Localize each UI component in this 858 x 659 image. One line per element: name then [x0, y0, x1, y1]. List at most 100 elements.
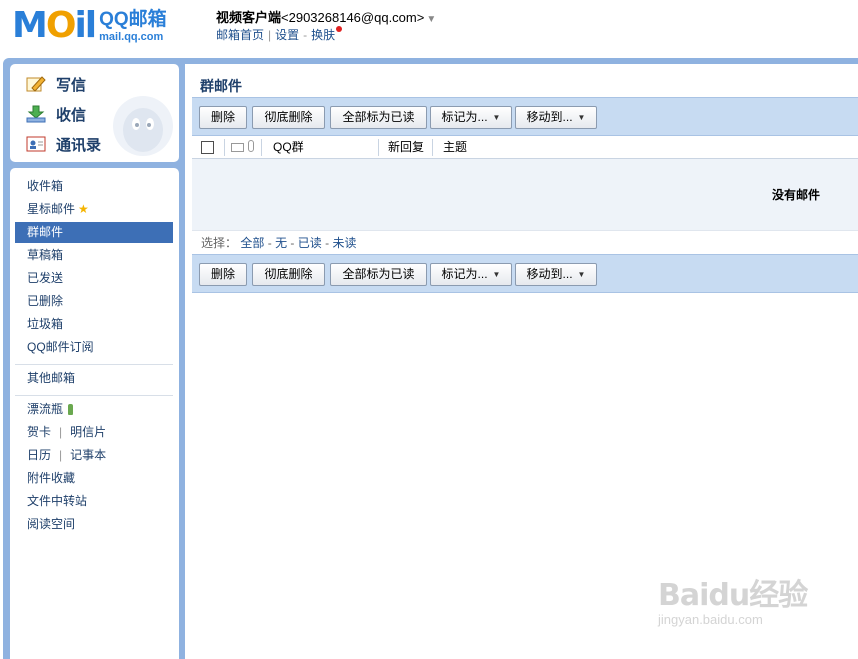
watermark-logo: Baidu经验: [658, 578, 808, 613]
top-toolbar: 删除 彻底删除 全部标为已读 标记为... ▼ 移动到... ▼: [192, 97, 858, 136]
folder-starred[interactable]: 星标邮件 ★: [15, 199, 173, 220]
drift-bottle-label: 漂流瓶: [27, 402, 64, 416]
quick-actions-panel: 写信 收信 通讯录: [10, 64, 179, 162]
settings-link[interactable]: 设置: [275, 28, 299, 42]
mark-all-read-button[interactable]: 全部标为已读: [330, 263, 427, 286]
mail-list: 没有邮件: [192, 159, 858, 230]
folder-deleted[interactable]: 已删除: [15, 291, 173, 312]
compose-label: 写信: [56, 76, 87, 94]
chevron-down-icon: ▼: [577, 113, 586, 123]
folder-drafts[interactable]: 草稿箱: [15, 245, 173, 266]
folder-drift-bottle[interactable]: 漂流瓶: [15, 399, 173, 420]
logo-letter: O: [45, 5, 77, 46]
folder-greeting-card[interactable]: 贺卡: [27, 425, 51, 439]
folder-calendar-row: 日历 | 记事本: [15, 445, 173, 466]
bottle-icon: [68, 404, 74, 416]
separator: |: [59, 425, 63, 439]
chevron-down-icon: ▼: [492, 270, 501, 280]
folder-file-transfer[interactable]: 文件中转站: [15, 491, 173, 512]
mailbox-home-link[interactable]: 邮箱首页: [216, 28, 264, 42]
star-icon: ★: [78, 202, 89, 216]
attachment-icon: [248, 140, 254, 152]
mail-list-header: QQ群 新回复 主题: [192, 136, 858, 159]
change-skin-link[interactable]: 换肤: [311, 28, 335, 42]
logo-mail-mark: MOil: [12, 5, 97, 46]
folder-notes[interactable]: 记事本: [70, 448, 106, 462]
mark-as-label: 标记为...: [441, 267, 488, 281]
compose-button[interactable]: 写信: [26, 72, 86, 96]
select-label: 选择：: [201, 236, 238, 250]
logo-brand: QQ邮箱: [99, 8, 167, 30]
folder-starred-label: 星标邮件: [27, 202, 76, 216]
separator: -: [325, 236, 330, 250]
select-all-link[interactable]: 全部: [240, 236, 264, 250]
mark-all-read-button[interactable]: 全部标为已读: [330, 106, 427, 129]
contacts-label: 通讯录: [56, 136, 102, 154]
select-unread-link[interactable]: 未读: [332, 236, 356, 250]
folder-postcard[interactable]: 明信片: [70, 425, 106, 439]
column-new-reply[interactable]: 新回复: [388, 136, 424, 158]
permanent-delete-button[interactable]: 彻底删除: [252, 263, 325, 286]
move-to-dropdown[interactable]: 移动到... ▼: [515, 106, 597, 129]
receive-label: 收信: [56, 106, 87, 124]
inbox-download-icon: [26, 105, 46, 123]
pencil-icon: [26, 75, 46, 93]
folder-sent[interactable]: 已发送: [15, 268, 173, 289]
separator: -: [267, 236, 272, 250]
column-qq-group[interactable]: QQ群: [273, 136, 304, 158]
folder-reading-space[interactable]: 阅读空间: [15, 514, 173, 535]
folder-attachments[interactable]: 附件收藏: [15, 468, 173, 489]
logo-letter: M: [12, 5, 48, 46]
move-to-label: 移动到...: [526, 267, 573, 281]
chevron-down-icon: ▼: [492, 113, 501, 123]
folder-inbox[interactable]: 收件箱: [15, 176, 173, 197]
move-to-dropdown[interactable]: 移动到... ▼: [515, 263, 597, 286]
select-bar: 选择： 全部 - 无 - 已读 - 未读: [192, 230, 858, 254]
contacts-button[interactable]: 通讯录: [26, 132, 101, 156]
separator: -: [290, 236, 295, 250]
mark-as-label: 标记为...: [441, 110, 488, 124]
column-separator: [261, 139, 262, 156]
permanent-delete-button[interactable]: 彻底删除: [252, 106, 325, 129]
folder-other-mailboxes[interactable]: 其他邮箱: [15, 368, 173, 389]
envelope-icon: [231, 143, 244, 152]
link-separator: |: [268, 28, 272, 42]
divider: [15, 364, 173, 365]
folder-group-mail[interactable]: 群邮件: [15, 222, 173, 243]
baidu-watermark: Baidu经验 jingyan.baidu.com: [658, 570, 808, 627]
divider: [15, 395, 173, 396]
new-indicator-icon: [336, 26, 343, 32]
user-name: 视频客户端: [216, 10, 282, 25]
contact-card-icon: [26, 135, 46, 153]
receive-button[interactable]: 收信: [26, 102, 86, 126]
select-none-link[interactable]: 无: [275, 236, 287, 250]
select-read-link[interactable]: 已读: [298, 236, 322, 250]
delete-button[interactable]: 删除: [199, 106, 247, 129]
mark-as-dropdown[interactable]: 标记为... ▼: [430, 106, 512, 129]
column-separator: [432, 139, 433, 156]
logo-letter: i: [74, 5, 86, 46]
folder-spam[interactable]: 垃圾箱: [15, 314, 173, 335]
watermark-url: jingyan.baidu.com: [658, 612, 763, 627]
header: MOil QQ邮箱 mail.qq.com 视频客户端<2903268146@q…: [0, 0, 858, 58]
qq-penguin-icon: [113, 96, 173, 156]
column-subject[interactable]: 主题: [443, 136, 467, 158]
select-all-checkbox[interactable]: [201, 141, 214, 154]
user-account[interactable]: 视频客户端<2903268146@qq.com> ▼: [216, 7, 436, 26]
qq-mail-logo[interactable]: MOil QQ邮箱 mail.qq.com: [12, 6, 167, 46]
page-title: 群邮件: [200, 78, 242, 94]
column-separator: [224, 139, 225, 156]
logo-letter: l: [84, 5, 97, 46]
separator: |: [59, 448, 63, 462]
chevron-down-icon: ▼: [577, 270, 586, 280]
folder-cards-row: 贺卡 | 明信片: [15, 422, 173, 443]
folder-sidebar: 收件箱 星标邮件 ★ 群邮件 草稿箱 已发送 已删除 垃圾箱 QQ邮件订阅 其他邮…: [10, 168, 179, 659]
mark-as-dropdown[interactable]: 标记为... ▼: [430, 263, 512, 286]
folder-subscriptions[interactable]: QQ邮件订阅: [15, 337, 173, 358]
account-dropdown-icon[interactable]: ▼: [426, 14, 436, 25]
folder-calendar[interactable]: 日历: [27, 448, 51, 462]
empty-message: 没有邮件: [771, 188, 820, 202]
delete-button[interactable]: 删除: [199, 263, 247, 286]
column-separator: [378, 139, 379, 156]
bottom-toolbar: 删除 彻底删除 全部标为已读 标记为... ▼ 移动到... ▼: [192, 254, 858, 293]
